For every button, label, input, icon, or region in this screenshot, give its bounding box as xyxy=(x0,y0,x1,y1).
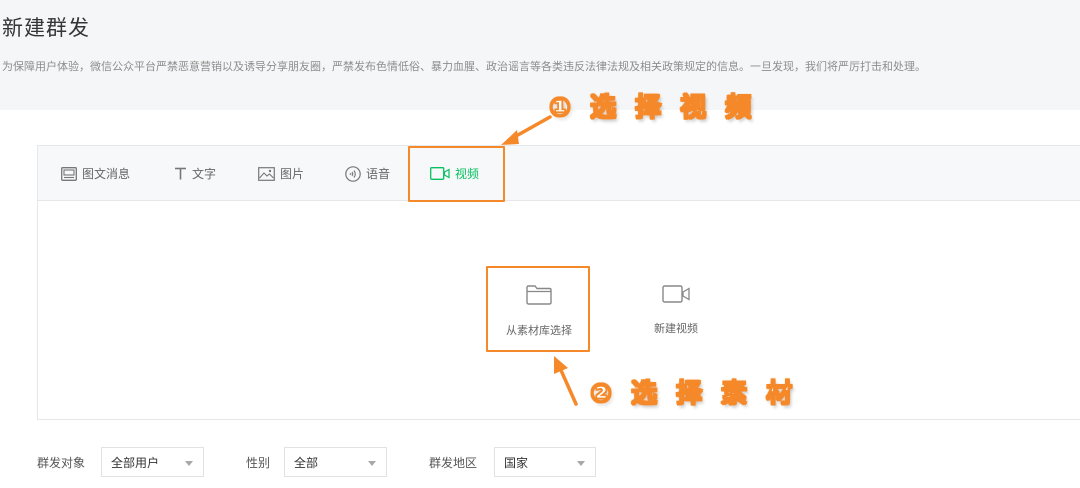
step2-arrow xyxy=(554,356,578,406)
gender-label: 性别 xyxy=(246,456,271,470)
broadcast-filters: 群发对象 全部用户 性别 全部 群发地区 国家 xyxy=(0,447,1080,477)
chevron-down-icon xyxy=(185,461,193,466)
tab-news[interactable]: 图文消息 xyxy=(61,146,130,201)
message-type-tabs: 图文消息 文字 图片 语音 视频 xyxy=(38,146,1080,201)
step1-arrow xyxy=(501,115,552,145)
new-video-button[interactable]: 新建视频 xyxy=(626,285,726,336)
step1-annotation: ① 选 择 视 频 xyxy=(548,92,757,123)
tab-news-label: 图文消息 xyxy=(82,167,131,181)
step2-annotation: ② 选 择 素 材 xyxy=(589,378,798,409)
page-title: 新建群发 xyxy=(2,16,90,40)
tab-voice-label: 语音 xyxy=(366,167,391,181)
target-select[interactable]: 全部用户 xyxy=(101,447,204,477)
region-select[interactable]: 国家 xyxy=(494,447,596,477)
gender-select-value: 全部 xyxy=(294,455,319,470)
image-icon xyxy=(258,166,275,181)
tab-text-label: 文字 xyxy=(192,167,217,181)
tab-image[interactable]: 图片 xyxy=(258,146,304,201)
chevron-down-icon xyxy=(368,461,376,466)
chevron-down-icon xyxy=(577,461,585,466)
target-label: 群发对象 xyxy=(37,456,86,470)
policy-notice: 为保障用户体验，微信公众平台严禁恶意营销以及诱导分享朋友圈，严禁发布色情低俗、暴… xyxy=(2,60,926,73)
tab-voice[interactable]: 语音 xyxy=(345,146,390,201)
tab-text[interactable]: 文字 xyxy=(174,146,216,201)
tab-image-label: 图片 xyxy=(280,167,305,181)
gender-select[interactable]: 全部 xyxy=(284,447,387,477)
target-select-value: 全部用户 xyxy=(111,455,160,470)
voice-icon xyxy=(345,165,361,182)
region-label: 群发地区 xyxy=(429,456,478,470)
text-icon xyxy=(174,167,187,180)
news-icon xyxy=(61,166,77,181)
video-tab-highlight xyxy=(408,146,505,202)
video-camera-icon xyxy=(662,285,690,306)
new-video-label: 新建视频 xyxy=(654,322,698,335)
library-option-highlight xyxy=(486,266,590,352)
region-select-value: 国家 xyxy=(504,455,529,470)
